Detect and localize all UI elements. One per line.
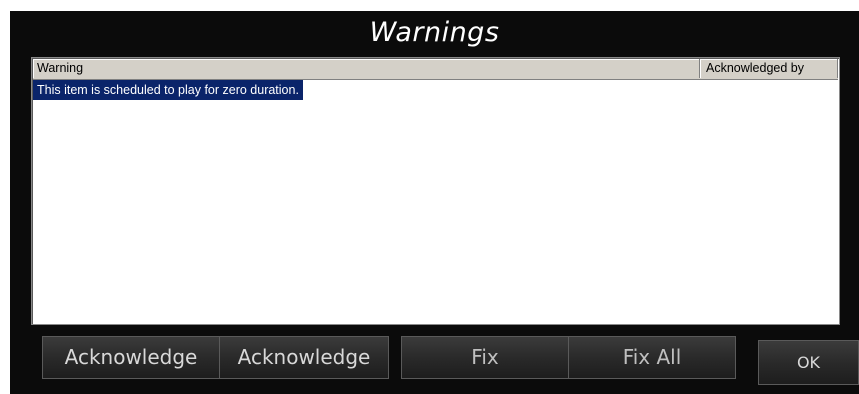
list-item[interactable]: This item is scheduled to play for zero … [33,80,303,100]
column-header-acknowledged-by[interactable]: Acknowledged by [700,59,838,78]
list-header: Warning Acknowledged by [33,59,838,80]
fix-button[interactable]: Fix [401,336,569,379]
ok-button[interactable]: OK [758,340,859,385]
warning-cell: This item is scheduled to play for zero … [33,80,303,100]
warnings-list[interactable]: Warning Acknowledged by This item is sch… [31,57,840,325]
list-body: This item is scheduled to play for zero … [33,80,838,323]
warnings-dialog: Warnings Warning Acknowledged by This it… [10,11,859,394]
fix-all-button[interactable]: Fix All [568,336,736,379]
acknowledge-all-button[interactable]: Acknowledge [219,336,389,379]
column-header-warning[interactable]: Warning [33,59,700,78]
acknowledge-button[interactable]: Acknowledge [42,336,220,379]
dialog-title: Warnings [369,17,500,48]
